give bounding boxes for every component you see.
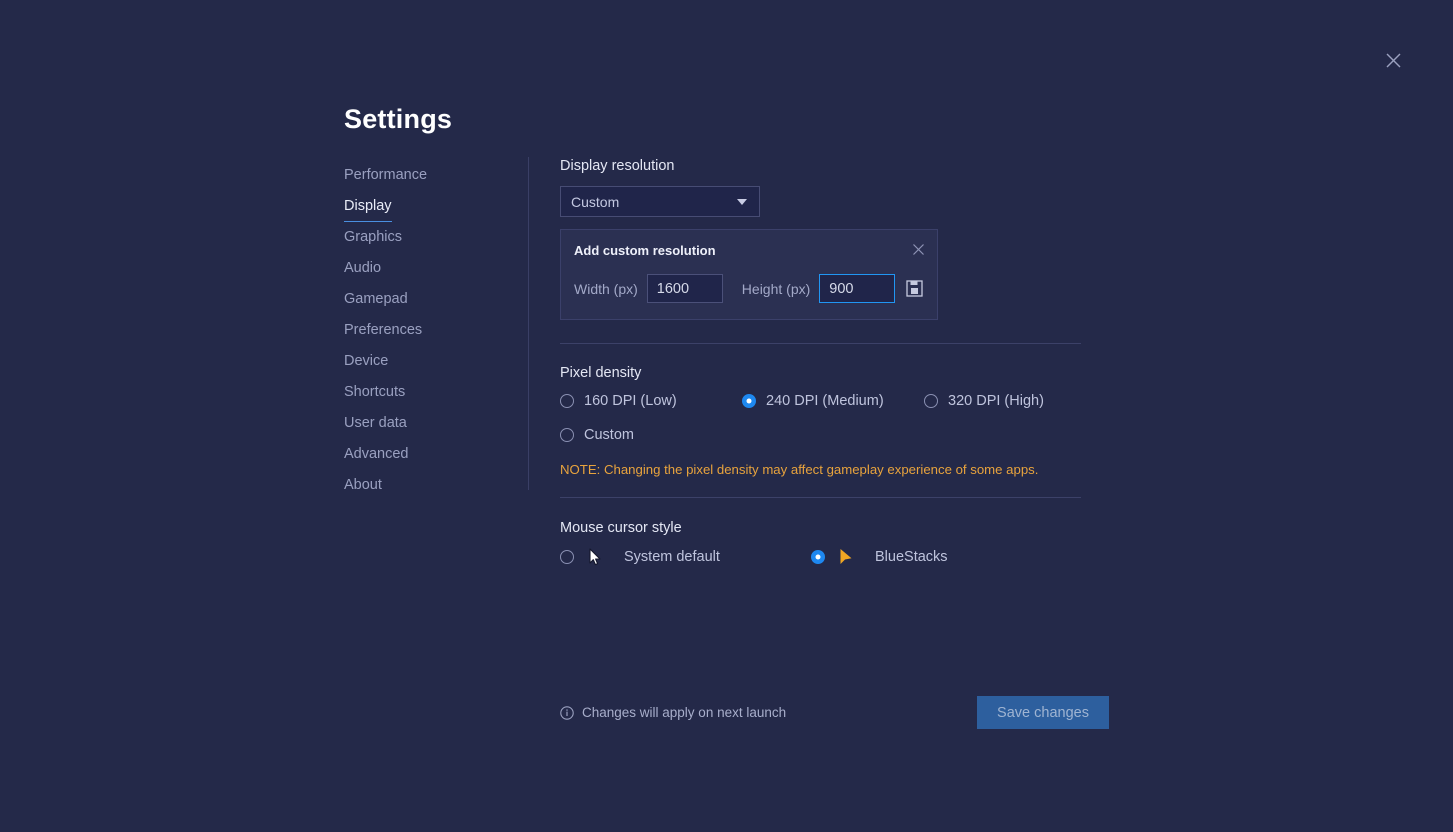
page-title: Settings bbox=[344, 104, 452, 135]
settings-footer: Changes will apply on next launch Save c… bbox=[560, 696, 1109, 729]
apply-note-text: Changes will apply on next launch bbox=[582, 705, 786, 720]
radio-circle-icon bbox=[560, 428, 574, 442]
cursor-option-label: BlueStacks bbox=[875, 549, 948, 565]
radio-label: Custom bbox=[584, 427, 634, 443]
mouse-cursor-options: System default BlueStacks bbox=[560, 548, 1120, 566]
sidebar-item-advanced[interactable]: Advanced bbox=[344, 443, 514, 474]
width-input[interactable] bbox=[647, 274, 723, 303]
radio-label: 320 DPI (High) bbox=[948, 393, 1044, 409]
width-label: Width (px) bbox=[574, 281, 638, 297]
sidebar-content-divider bbox=[528, 157, 529, 490]
radio-circle-icon bbox=[924, 394, 938, 408]
radio-circle-selected-icon bbox=[742, 394, 756, 408]
height-input[interactable] bbox=[819, 274, 895, 303]
sidebar-item-label: Advanced bbox=[344, 443, 409, 469]
sidebar-item-label: User data bbox=[344, 412, 407, 438]
radio-label: 160 DPI (Low) bbox=[584, 393, 677, 409]
close-window-button[interactable] bbox=[1378, 45, 1408, 75]
radio-320-dpi[interactable]: 320 DPI (High) bbox=[924, 393, 1044, 409]
radio-circle-selected-icon bbox=[811, 550, 825, 564]
mouse-cursor-title: Mouse cursor style bbox=[560, 520, 1120, 536]
custom-resolution-title: Add custom resolution bbox=[574, 243, 921, 258]
radio-circle-icon bbox=[560, 550, 574, 564]
sidebar-item-shortcuts[interactable]: Shortcuts bbox=[344, 381, 514, 412]
pixel-density-row-1: 160 DPI (Low) 240 DPI (Medium) 320 DPI (… bbox=[560, 393, 1120, 409]
sidebar-item-label: Audio bbox=[344, 257, 381, 283]
resolution-select-value: Custom bbox=[571, 194, 619, 210]
radio-160-dpi[interactable]: 160 DPI (Low) bbox=[560, 393, 742, 409]
apply-note: Changes will apply on next launch bbox=[560, 705, 786, 720]
close-icon bbox=[1385, 52, 1402, 69]
sidebar-item-graphics[interactable]: Graphics bbox=[344, 226, 514, 257]
sidebar-item-label: Device bbox=[344, 350, 388, 376]
sidebar-item-display[interactable]: Display bbox=[344, 195, 514, 226]
settings-sidebar: Performance Display Graphics Audio Gamep… bbox=[344, 164, 514, 505]
sidebar-item-about[interactable]: About bbox=[344, 474, 514, 505]
resolution-select[interactable]: Custom bbox=[560, 186, 760, 217]
save-resolution-button[interactable] bbox=[906, 279, 923, 299]
sidebar-item-user-data[interactable]: User data bbox=[344, 412, 514, 443]
custom-resolution-fields: Width (px) Height (px) bbox=[574, 274, 921, 303]
cursor-arrow-white-icon bbox=[584, 548, 606, 566]
display-resolution-title: Display resolution bbox=[560, 158, 1120, 174]
radio-circle-icon bbox=[560, 394, 574, 408]
radio-label: 240 DPI (Medium) bbox=[766, 393, 884, 409]
add-custom-resolution-panel: Add custom resolution Width (px) Height … bbox=[560, 229, 938, 320]
chevron-down-icon bbox=[737, 199, 747, 205]
sidebar-item-device[interactable]: Device bbox=[344, 350, 514, 381]
height-label: Height (px) bbox=[742, 281, 810, 297]
save-changes-button[interactable]: Save changes bbox=[977, 696, 1109, 729]
radio-cursor-system-default[interactable]: System default bbox=[560, 548, 811, 566]
cursor-option-label: System default bbox=[624, 549, 720, 565]
sidebar-item-audio[interactable]: Audio bbox=[344, 257, 514, 288]
sidebar-item-label: Display bbox=[344, 195, 392, 222]
close-icon bbox=[912, 243, 925, 256]
close-custom-resolution-button[interactable] bbox=[909, 240, 927, 258]
pixel-density-row-2: Custom bbox=[560, 427, 1120, 443]
sidebar-item-label: Graphics bbox=[344, 226, 402, 252]
sidebar-item-label: Preferences bbox=[344, 319, 422, 345]
sidebar-item-gamepad[interactable]: Gamepad bbox=[344, 288, 514, 319]
radio-custom-dpi[interactable]: Custom bbox=[560, 427, 634, 443]
sidebar-item-label: Performance bbox=[344, 164, 427, 190]
pixel-density-section: Pixel density 160 DPI (Low) 240 DPI (Med… bbox=[560, 344, 1120, 477]
sidebar-item-label: Shortcuts bbox=[344, 381, 405, 407]
radio-240-dpi[interactable]: 240 DPI (Medium) bbox=[742, 393, 924, 409]
mouse-cursor-section: Mouse cursor style System default bbox=[560, 498, 1120, 566]
sidebar-item-performance[interactable]: Performance bbox=[344, 164, 514, 195]
sidebar-item-label: Gamepad bbox=[344, 288, 408, 314]
info-circle-icon bbox=[560, 706, 574, 720]
radio-cursor-bluestacks[interactable]: BlueStacks bbox=[811, 548, 948, 566]
sidebar-item-label: About bbox=[344, 474, 382, 500]
sidebar-item-preferences[interactable]: Preferences bbox=[344, 319, 514, 350]
cursor-arrow-orange-icon bbox=[835, 548, 857, 566]
pixel-density-note: NOTE: Changing the pixel density may aff… bbox=[560, 462, 1120, 477]
save-disk-icon bbox=[906, 280, 923, 297]
pixel-density-title: Pixel density bbox=[560, 365, 1120, 381]
display-settings-panel: Display resolution Custom Add custom res… bbox=[560, 158, 1120, 566]
